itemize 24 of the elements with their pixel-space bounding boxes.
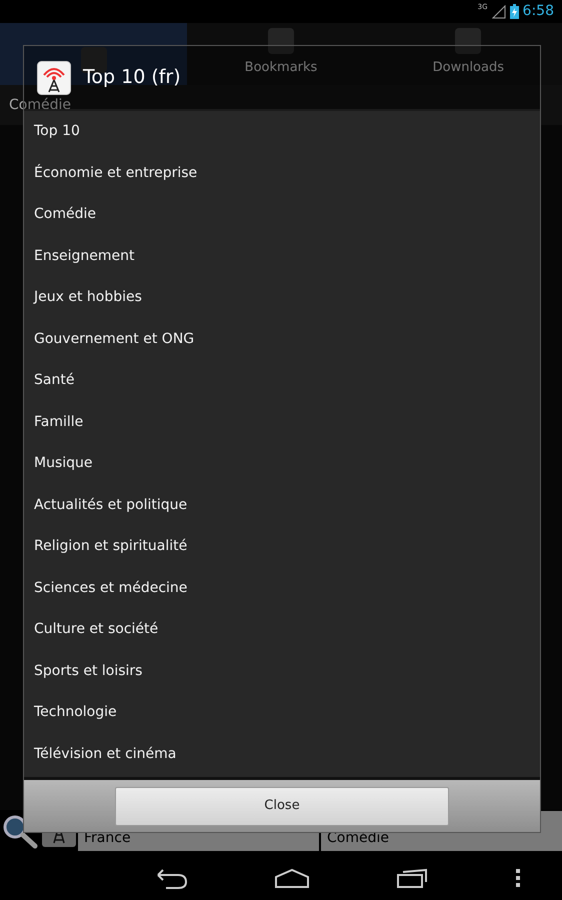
category-item[interactable]: Économie et entreprise [24, 152, 540, 194]
battery-icon [510, 4, 519, 19]
app-icon [37, 60, 71, 94]
category-item[interactable]: Technologie [24, 692, 540, 734]
category-item[interactable]: Sports et loisirs [24, 650, 540, 692]
category-item[interactable]: Comédie [24, 194, 540, 236]
more-icon[interactable] [516, 868, 520, 886]
tab[interactable]: Bookmarks [187, 23, 375, 85]
category-item[interactable]: Enseignement [24, 236, 540, 277]
category-item[interactable]: Musique [24, 443, 540, 484]
category-item[interactable]: Actualités et politique [24, 484, 540, 526]
category-item[interactable]: Famille [24, 402, 540, 443]
close-button[interactable]: Close [115, 786, 449, 826]
clock: 6:58 [522, 2, 554, 21]
category-item[interactable]: Jeux et hobbies [24, 277, 540, 318]
category-item[interactable]: Sciences et médecine [24, 568, 540, 609]
tab[interactable] [0, 23, 188, 85]
category-item[interactable]: Gouvernement et ONG [24, 318, 540, 360]
category-item[interactable]: Santé [24, 360, 540, 402]
category-item[interactable]: Culture et société [24, 609, 540, 650]
category-item[interactable]: Télévision et cinéma [24, 734, 540, 775]
tab[interactable]: Downloads [374, 23, 562, 85]
signal-icon [492, 4, 506, 18]
category-item[interactable]: Religion et spiritualité [24, 526, 540, 568]
